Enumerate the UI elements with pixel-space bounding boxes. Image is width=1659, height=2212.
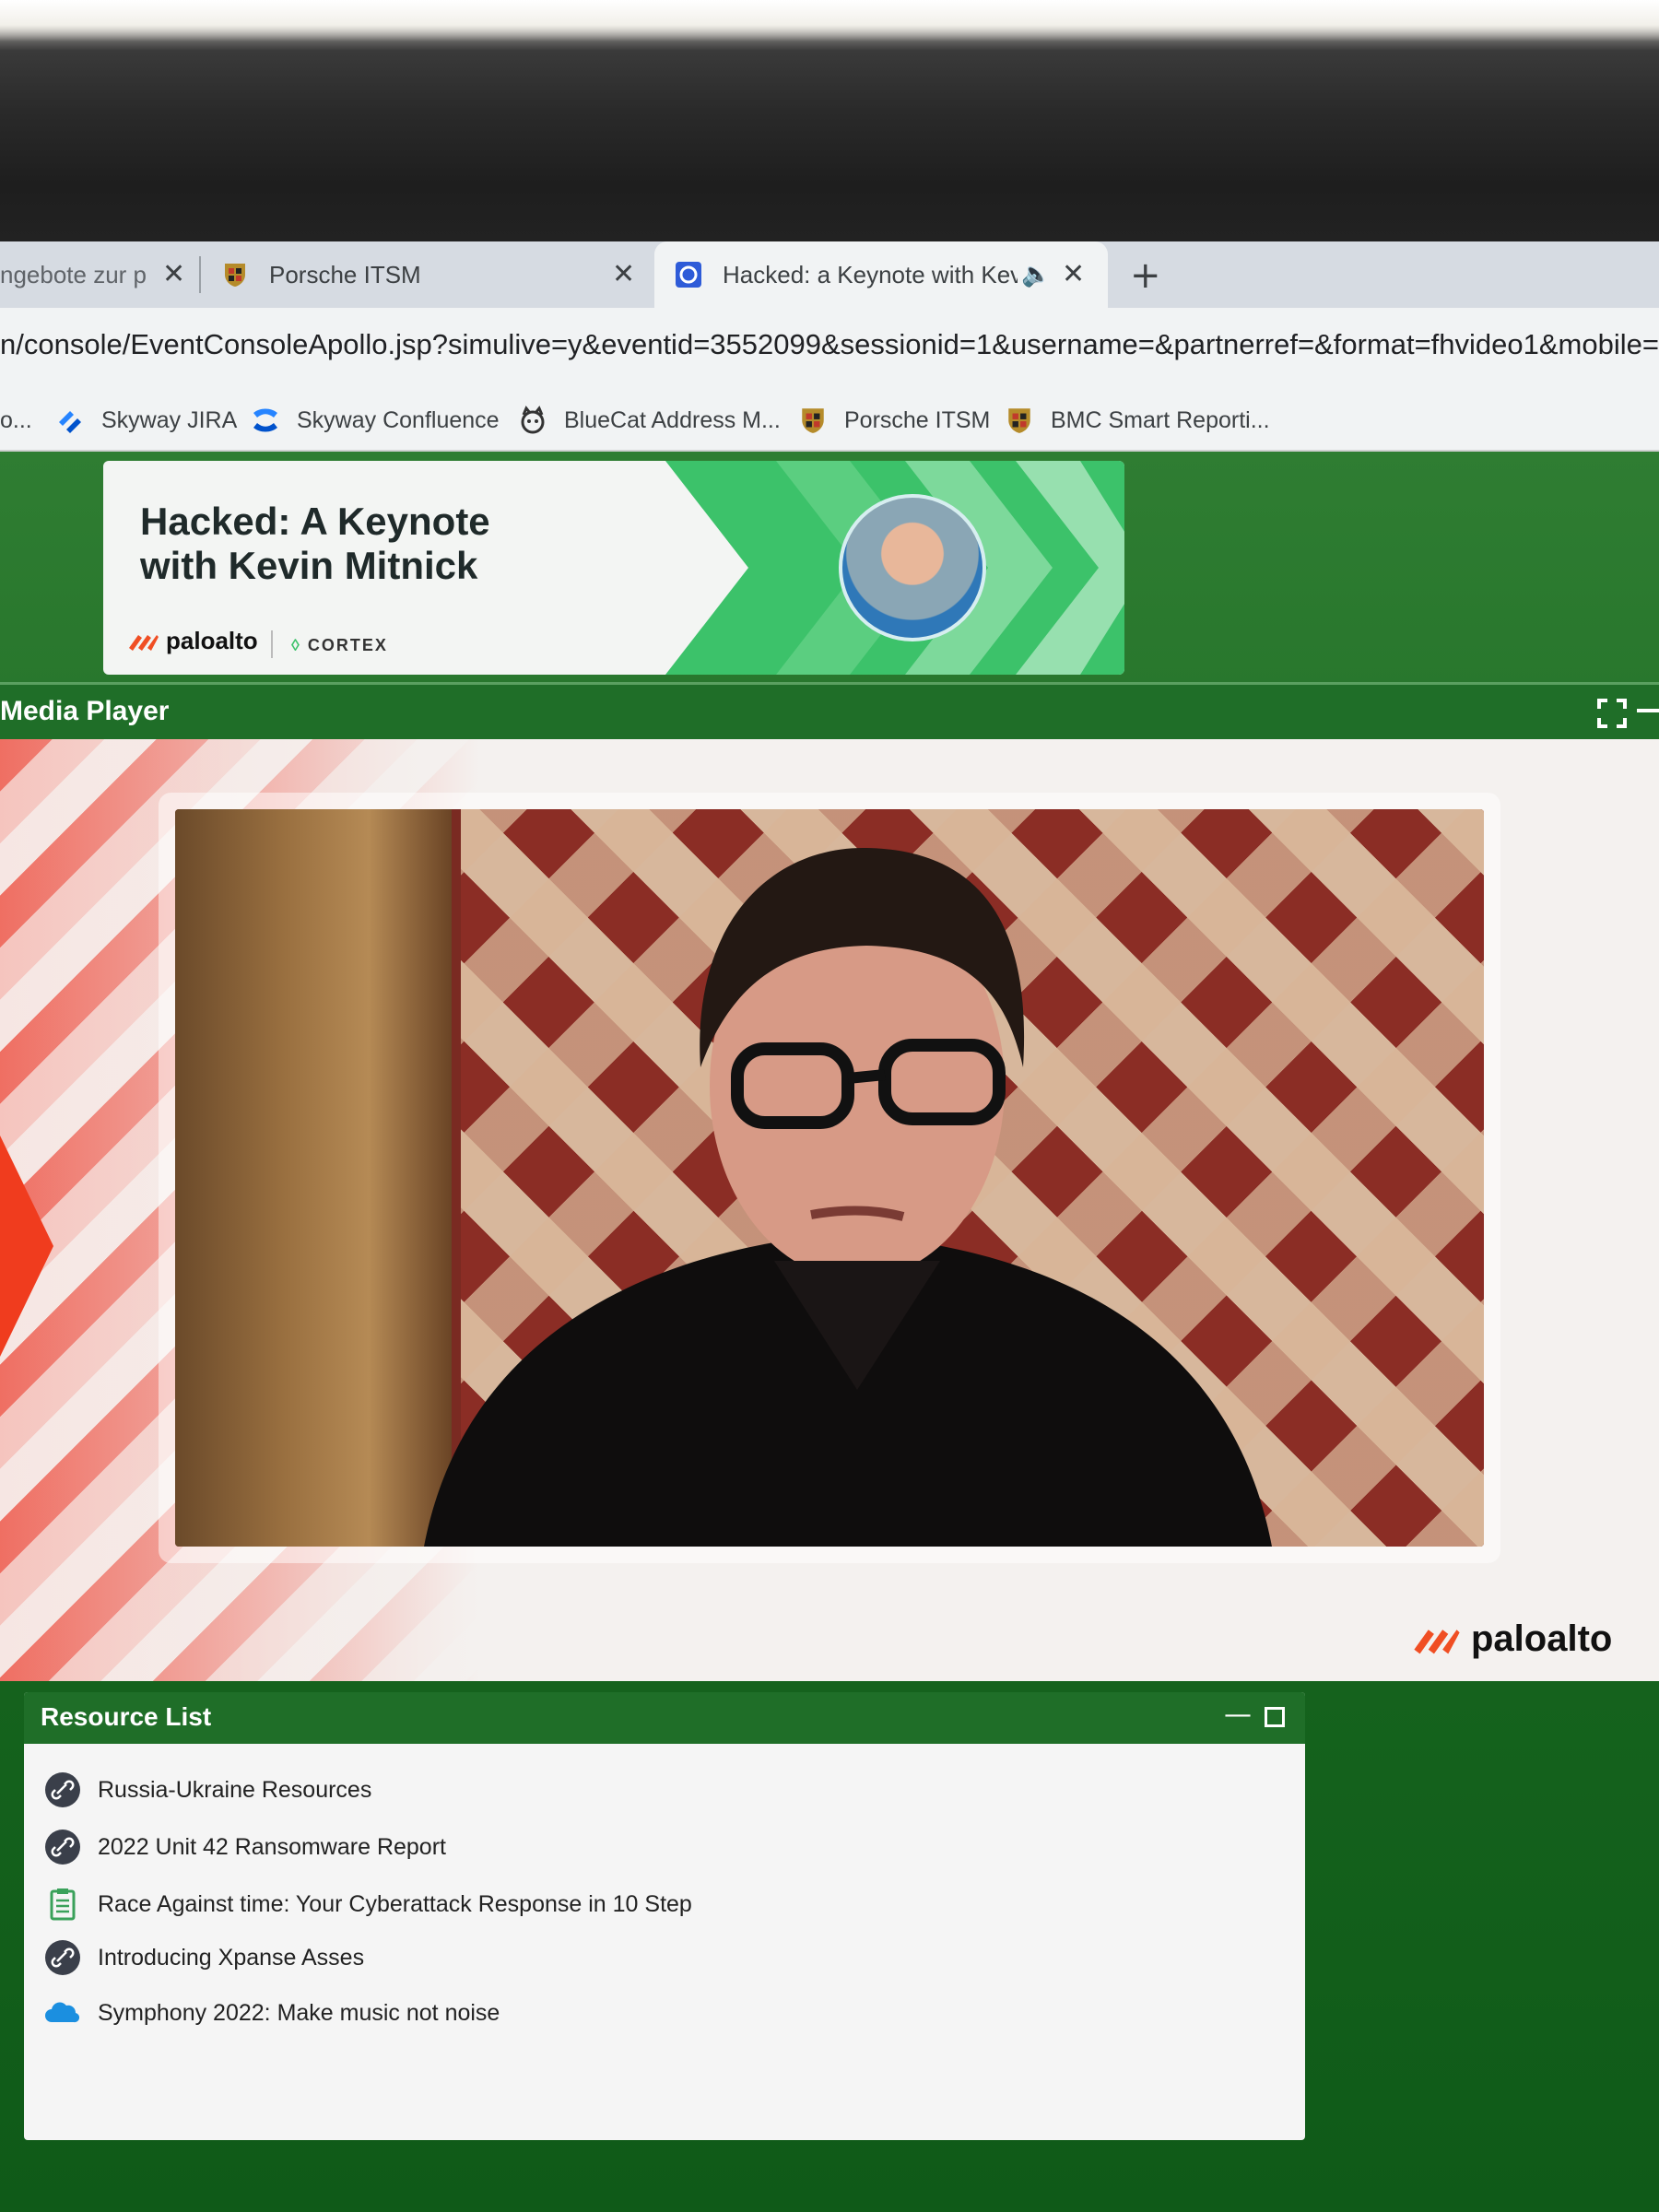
banner-title: Hacked: A Keynote with Kevin Mitnick	[140, 500, 490, 588]
banner-title-line2: with Kevin Mitnick	[140, 544, 478, 587]
resource-label: Introducing Xpanse Asses	[98, 1944, 365, 1971]
video-frame[interactable]	[175, 809, 1484, 1547]
close-tab-icon[interactable]: ✕	[162, 258, 185, 290]
resource-item[interactable]: Introducing Xpanse Asses	[44, 1937, 364, 1978]
monitor-glare	[0, 0, 1659, 41]
resource-item[interactable]: 2022 Unit 42 Ransomware Report	[44, 1827, 446, 1867]
bookmark-bluecat[interactable]: BlueCat Address M...	[518, 402, 781, 439]
porsche-crest-icon	[225, 264, 245, 287]
resource-list-title: Resource List	[41, 1702, 212, 1731]
bookmark-bmc-smart-reporting[interactable]: BMC Smart Reporti...	[1005, 402, 1270, 439]
clipboard-icon	[50, 1888, 76, 1921]
porsche-crest-icon	[1008, 408, 1030, 433]
paloalto-logo-player: paloalto	[1410, 1618, 1612, 1660]
bookmark-skyway-jira[interactable]: Skyway JIRA	[55, 402, 237, 439]
cortex-logo: ◊ CORTEX	[291, 636, 388, 654]
link-icon	[45, 1940, 80, 1975]
bookmark-label: o...	[0, 406, 32, 433]
media-player-body: paloalto	[0, 739, 1659, 1681]
close-tab-icon[interactable]: ✕	[1062, 258, 1085, 290]
resource-item[interactable]: Race Against time: Your Cyberattack Resp…	[44, 1884, 692, 1924]
bookmark-label: Porsche ITSM	[844, 406, 991, 433]
jira-icon	[59, 411, 81, 433]
event-banner: Hacked: A Keynote with Kevin Mitnick pal…	[103, 461, 1124, 675]
tab-porsche-itsm[interactable]: Porsche ITSM ✕	[221, 241, 645, 308]
bookmark-porsche-itsm[interactable]: Porsche ITSM	[798, 402, 990, 439]
partner-text: CORTEX	[307, 636, 388, 654]
bookmark-skyway-confluence[interactable]: Skyway Confluence	[251, 402, 500, 439]
tab-title: Hacked: a Keynote with Kevi	[723, 260, 1018, 288]
resource-list-panel: Resource List — Russia-Ukraine Resources…	[24, 1692, 1305, 2140]
paloalto-logo-banner: paloalto	[127, 627, 258, 655]
resource-label: 2022 Unit 42 Ransomware Report	[98, 1833, 446, 1860]
banner-divider	[271, 630, 273, 658]
tab-angebote[interactable]: ngebote zur pe ✕	[0, 241, 194, 308]
maximize-icon[interactable]	[1265, 1707, 1285, 1727]
tab-title: ngebote zur pe	[0, 260, 147, 288]
bookmark-label: BlueCat Address M...	[564, 406, 781, 433]
minimize-icon[interactable]: —	[1224, 1701, 1252, 1729]
paloalto-mark-icon	[1414, 1629, 1460, 1653]
banner-title-line1: Hacked: A Keynote	[140, 500, 490, 543]
confluence-icon	[253, 408, 277, 432]
minimize-icon[interactable]	[1637, 709, 1659, 712]
resource-label: Russia-Ukraine Resources	[98, 1776, 372, 1803]
resource-label: Race Against time: Your Cyberattack Resp…	[98, 1890, 692, 1917]
url-text[interactable]: n/console/EventConsoleApollo.jsp?simuliv…	[0, 328, 1659, 361]
screen: { "browser": { "tabs": [ {"title": "ngeb…	[0, 0, 1659, 2212]
brand-text: paloalto	[1471, 1618, 1613, 1659]
porsche-crest-icon	[802, 408, 824, 433]
brand-text: paloalto	[166, 627, 258, 654]
resource-item[interactable]: Russia-Ukraine Resources	[44, 1770, 371, 1810]
fullscreen-icon[interactable]	[1596, 698, 1628, 729]
webcast-favicon-icon	[676, 262, 701, 288]
tab-separator	[199, 256, 201, 293]
new-tab-button[interactable]: +	[1130, 257, 1161, 294]
speaker-video	[424, 847, 1272, 1547]
decorative-red-chevron	[0, 1135, 53, 1357]
bluecat-icon	[521, 406, 545, 434]
bookmark-label: Skyway Confluence	[297, 406, 500, 433]
speaker-avatar	[839, 494, 986, 641]
cloud-icon	[45, 2002, 80, 2023]
bookmarks-bar: o... Skyway JIRA Skyway Confluence BlueC…	[0, 389, 1659, 452]
audio-playing-icon[interactable]: 🔈	[1021, 260, 1051, 288]
tab-title: Porsche ITSM	[269, 260, 421, 288]
bookmark-label: Skyway JIRA	[101, 406, 238, 433]
link-icon	[45, 1772, 80, 1807]
resource-list-header: Resource List —	[24, 1692, 1305, 1744]
tab-strip: ngebote zur pe ✕ Porsche ITSM ✕ Hacked: …	[0, 241, 1659, 308]
paloalto-mark-icon	[129, 634, 159, 651]
address-bar[interactable]: n/console/EventConsoleApollo.jsp?simuliv…	[0, 308, 1659, 389]
link-icon	[45, 1830, 80, 1865]
bookmark-label: BMC Smart Reporti...	[1051, 406, 1270, 433]
resource-label: Symphony 2022: Make music not noise	[98, 1999, 500, 2026]
close-tab-icon[interactable]: ✕	[612, 258, 635, 290]
media-player-title: Media Player	[0, 696, 170, 726]
tab-hacked-keynote[interactable]: Hacked: a Keynote with Kevi 🔈 ✕	[654, 241, 1108, 308]
media-player-header: Media Player	[0, 682, 1659, 739]
resource-item[interactable]: Symphony 2022: Make music not noise	[44, 1993, 500, 2033]
bookmark-item[interactable]: o...	[0, 402, 32, 439]
